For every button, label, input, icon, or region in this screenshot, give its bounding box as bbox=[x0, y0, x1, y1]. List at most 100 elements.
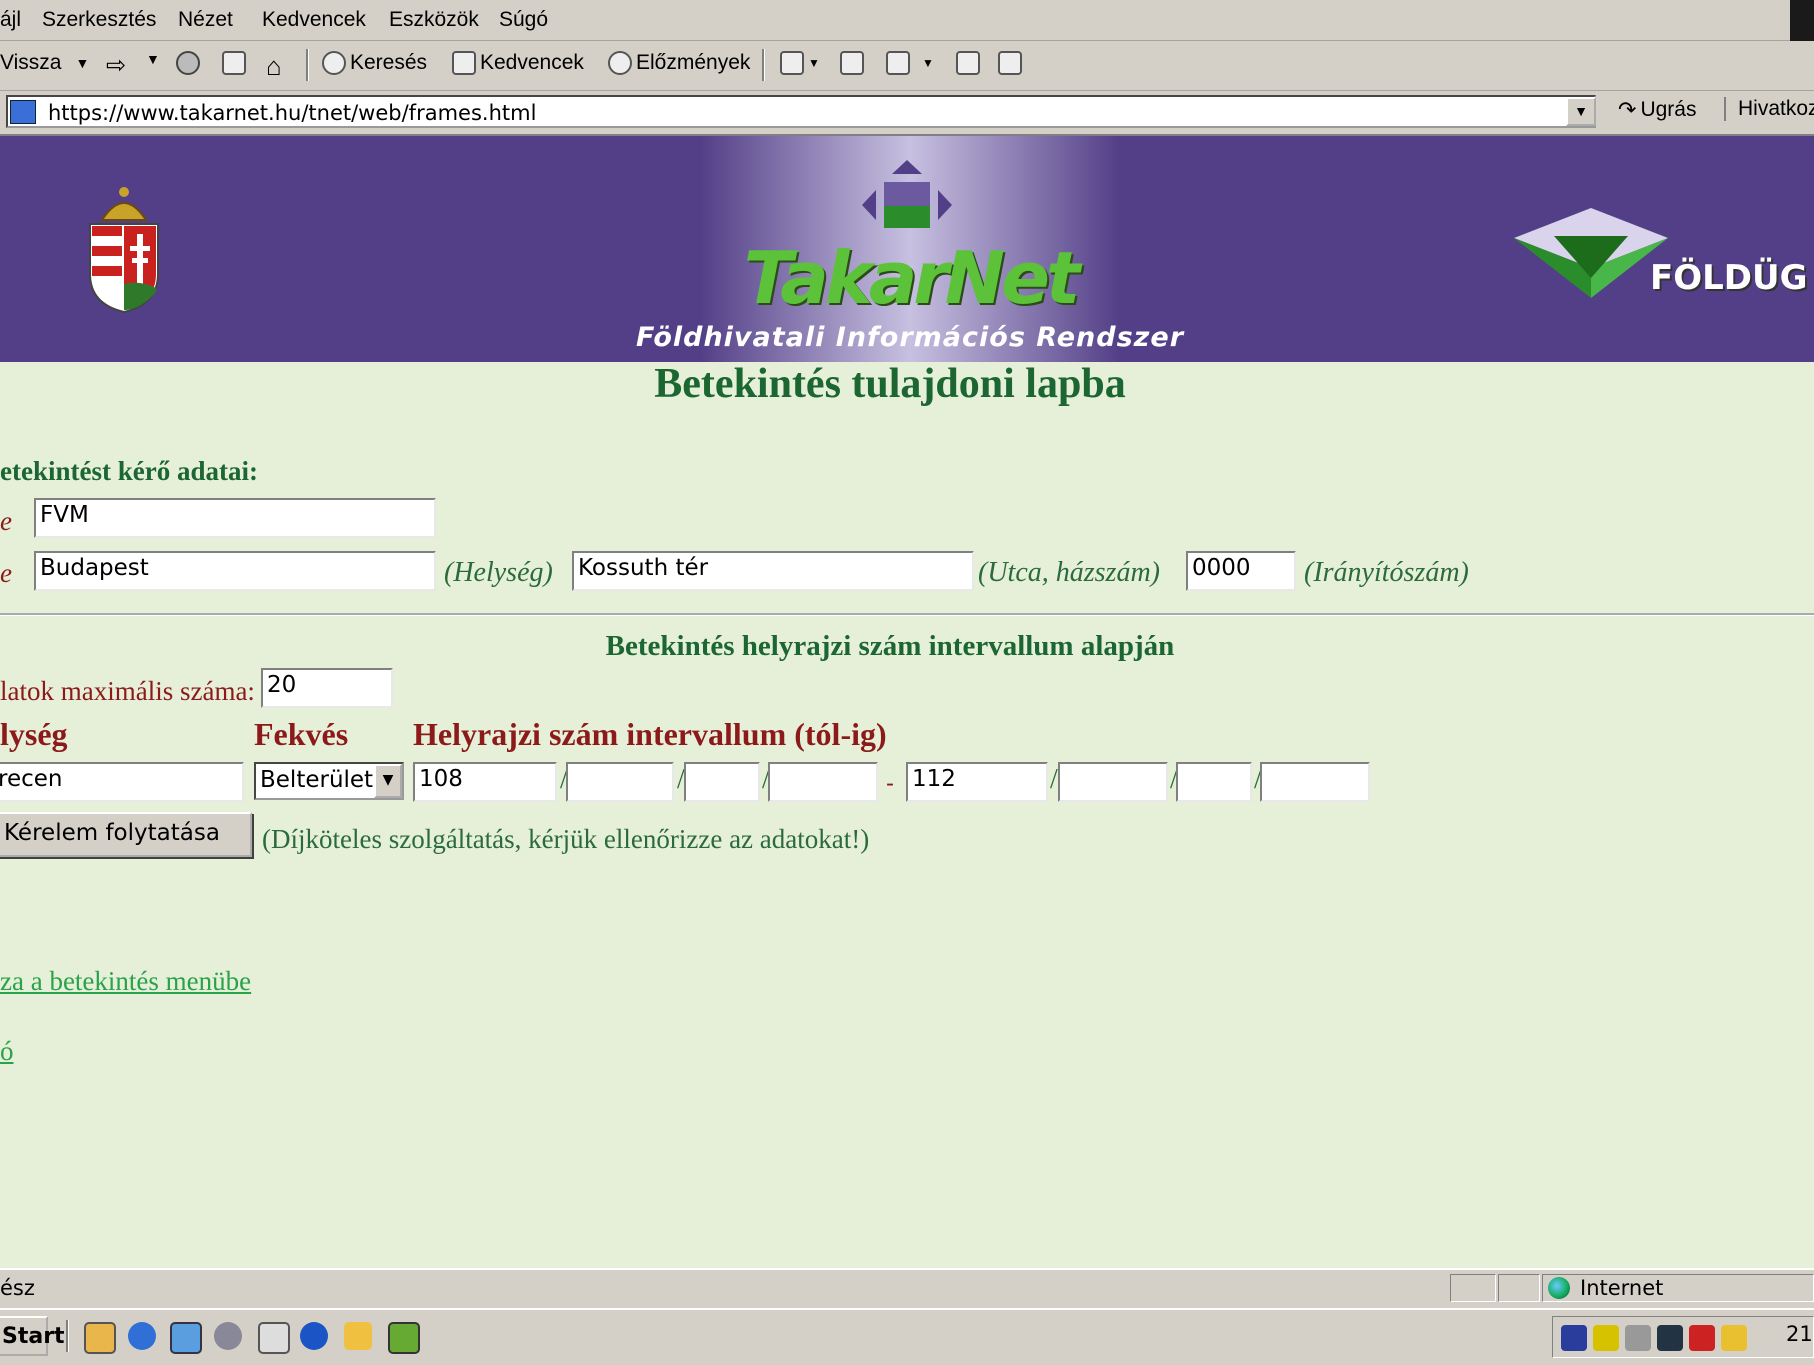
address-bar: https://www.takarnet.hu/tnet/web/frames.… bbox=[0, 91, 1814, 136]
favorites-button[interactable]: Kedvencek bbox=[452, 51, 584, 75]
quicklaunch-desktop-icon[interactable] bbox=[84, 1322, 116, 1354]
status-panel bbox=[1498, 1274, 1540, 1302]
favorites-label: Kedvencek bbox=[480, 51, 584, 74]
go-button[interactable]: ↷ Ugrás bbox=[1618, 97, 1696, 123]
edit-icon[interactable]: ▼ bbox=[886, 51, 934, 75]
toolbar-separator bbox=[306, 49, 309, 81]
quicklaunch-media-icon[interactable] bbox=[214, 1322, 242, 1350]
name-label: e bbox=[0, 506, 12, 536]
back-button[interactable]: Vissza ▼ bbox=[0, 51, 89, 75]
go-arrow-icon: ↷ bbox=[1618, 97, 1637, 122]
taskbar-separator bbox=[66, 1320, 69, 1352]
forward-arrow-icon[interactable]: ⇨ bbox=[106, 51, 126, 80]
quicklaunch-network-icon[interactable] bbox=[170, 1322, 202, 1354]
home-icon[interactable]: ⌂ bbox=[266, 51, 282, 82]
section-title: Betekintés helyrajzi szám intervallum al… bbox=[605, 630, 1175, 662]
menu-help[interactable]: Súgó bbox=[499, 8, 548, 32]
forward-dropdown-icon[interactable]: ▼ bbox=[146, 51, 160, 67]
other-link[interactable]: ó bbox=[0, 1036, 14, 1067]
quicklaunch-tool-icon[interactable] bbox=[344, 1322, 372, 1350]
tray-app-icon[interactable] bbox=[1689, 1325, 1715, 1351]
continue-request-button[interactable]: Kérelem folytatása bbox=[0, 812, 252, 857]
history-label: Előzmények bbox=[636, 51, 751, 74]
max-rows-label: latok maximális száma: bbox=[0, 676, 255, 706]
quicklaunch-ie-icon[interactable] bbox=[128, 1322, 156, 1350]
window-edge bbox=[1790, 0, 1814, 44]
city-field[interactable]: Budapest bbox=[34, 551, 436, 591]
name-field[interactable]: FVM bbox=[34, 498, 436, 538]
links-button[interactable]: Hivatkoz bbox=[1724, 97, 1814, 121]
zip-field[interactable]: 0000 bbox=[1186, 551, 1296, 591]
to-hrsz-1-field[interactable]: 112 bbox=[906, 762, 1048, 802]
to-hrsz-4-field[interactable] bbox=[1260, 762, 1370, 802]
clock[interactable]: 21: bbox=[1786, 1322, 1814, 1346]
menu-edit[interactable]: Szerkesztés bbox=[42, 8, 156, 32]
favorites-icon bbox=[452, 51, 476, 75]
quicklaunch-mail-icon[interactable] bbox=[258, 1322, 290, 1354]
from-hrsz-3-field[interactable] bbox=[684, 762, 760, 802]
fekves-select[interactable]: Belterület ▼ bbox=[254, 762, 404, 800]
zip-hint: (Irányítószám) bbox=[1304, 557, 1469, 588]
address-input[interactable]: https://www.takarnet.hu/tnet/web/frames.… bbox=[6, 95, 1596, 128]
slash-separator: / bbox=[1050, 764, 1058, 795]
security-zone: Internet bbox=[1548, 1276, 1663, 1300]
to-hrsz-2-field[interactable] bbox=[1058, 762, 1168, 802]
search-button[interactable]: Keresés bbox=[322, 51, 427, 75]
foldugy-text: FÖLDÜG bbox=[1650, 258, 1808, 298]
print-icon[interactable] bbox=[840, 51, 868, 75]
max-rows-field[interactable]: 20 bbox=[261, 668, 393, 708]
from-hrsz-1-field[interactable]: 108 bbox=[413, 762, 557, 802]
quicklaunch-app-icon[interactable] bbox=[388, 1322, 420, 1354]
messenger-icon[interactable] bbox=[998, 51, 1026, 75]
menu-bar: ájl Szerkesztés Nézet Kedvencek Eszközök… bbox=[0, 0, 1814, 44]
locality-field[interactable]: recen bbox=[0, 762, 244, 802]
city-hint: (Helység) bbox=[444, 557, 553, 588]
page-title: Betekintés tulajdoni lapba bbox=[654, 361, 1126, 407]
street-field[interactable]: Kossuth tér bbox=[572, 551, 974, 591]
history-icon bbox=[608, 51, 632, 75]
history-button[interactable]: Előzmények bbox=[608, 51, 750, 75]
menu-view[interactable]: Nézet bbox=[178, 8, 233, 32]
fekves-value: Belterület bbox=[260, 767, 374, 793]
chevron-down-icon[interactable]: ▼ bbox=[374, 764, 402, 798]
status-bar: ész Internet bbox=[0, 1268, 1814, 1308]
tray-network-icon[interactable] bbox=[1593, 1325, 1619, 1351]
site-banner: TakarNet Földhivatali Információs Rendsz… bbox=[0, 136, 1814, 362]
to-hrsz-3-field[interactable] bbox=[1176, 762, 1252, 802]
menu-favorites[interactable]: Kedvencek bbox=[262, 8, 366, 32]
toolbar-separator bbox=[762, 49, 765, 81]
tray-volume-icon[interactable] bbox=[1625, 1325, 1651, 1351]
menu-file[interactable]: ájl bbox=[0, 8, 21, 32]
status-text: ész bbox=[0, 1276, 35, 1300]
mail-icon[interactable]: ▼ bbox=[780, 51, 820, 75]
column-header-locality: lység bbox=[0, 716, 68, 752]
back-dropdown-icon[interactable]: ▼ bbox=[75, 55, 89, 71]
toolbar: Vissza ▼ ⇨ ▼ ⌂ Keresés Kedvencek Előzmén… bbox=[0, 41, 1814, 91]
tray-shield-icon[interactable] bbox=[1561, 1325, 1587, 1351]
quicklaunch-messenger-icon[interactable] bbox=[300, 1322, 328, 1350]
tray-power-icon[interactable] bbox=[1721, 1325, 1747, 1351]
requester-heading: etekintést kérő adatai: bbox=[0, 456, 258, 486]
brand-logo: TakarNet bbox=[743, 236, 1081, 320]
zone-label: Internet bbox=[1580, 1276, 1664, 1300]
hungarian-coat-of-arms-icon bbox=[89, 187, 159, 314]
refresh-icon[interactable] bbox=[222, 51, 250, 75]
stop-icon[interactable] bbox=[176, 51, 204, 75]
go-label: Ugrás bbox=[1640, 98, 1697, 121]
tray-tool-icon[interactable] bbox=[1657, 1325, 1683, 1351]
status-panel bbox=[1450, 1274, 1496, 1302]
menu-tools[interactable]: Eszközök bbox=[389, 8, 479, 32]
discuss-icon[interactable] bbox=[956, 51, 984, 75]
taskbar: Start 21: bbox=[0, 1308, 1814, 1365]
address-dropdown-icon[interactable]: ▼ bbox=[1566, 97, 1596, 126]
from-hrsz-4-field[interactable] bbox=[768, 762, 878, 802]
address-label: e bbox=[0, 558, 12, 588]
page-icon bbox=[10, 100, 36, 124]
back-to-menu-link[interactable]: za a betekintés menübe bbox=[0, 966, 251, 997]
fee-notice: (Díjköteles szolgáltatás, kérjük ellenőr… bbox=[262, 824, 870, 854]
interval-dash: - bbox=[886, 770, 894, 797]
street-hint: (Utca, házszám) bbox=[978, 557, 1160, 588]
from-hrsz-2-field[interactable] bbox=[566, 762, 674, 802]
start-button[interactable]: Start bbox=[0, 1316, 65, 1356]
column-header-interval: Helyrajzi szám intervallum (tól-ig) bbox=[413, 716, 887, 752]
